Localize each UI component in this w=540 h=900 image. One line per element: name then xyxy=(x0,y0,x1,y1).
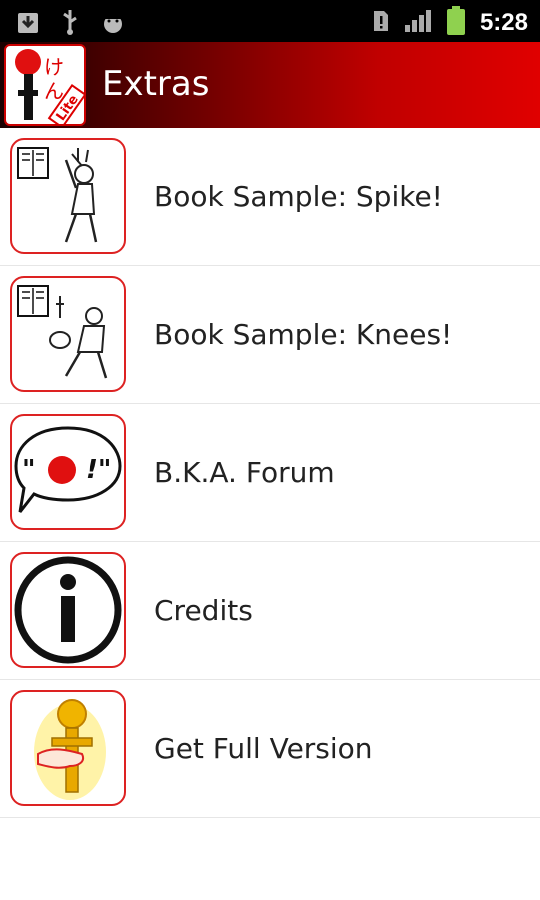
book-sample-spike-icon xyxy=(10,138,126,254)
status-bar: 5:28 xyxy=(0,0,540,42)
forum-speech-bubble-icon: " !" xyxy=(10,414,126,530)
kendama-hand-icon xyxy=(10,690,126,806)
svg-text:け: け xyxy=(44,55,64,79)
clock: 5:28 xyxy=(479,9,528,36)
list-item-bka-forum[interactable]: " !" B.K.A. Forum xyxy=(0,404,540,542)
battery-icon xyxy=(446,6,466,40)
book-sample-knees-icon xyxy=(10,276,126,392)
extras-list: Book Sample: Spike! Book Sample: Knees! … xyxy=(0,128,540,818)
list-item-label: Book Sample: Spike! xyxy=(154,180,443,213)
list-item-credits[interactable]: Credits xyxy=(0,542,540,680)
sim-alert-icon xyxy=(372,9,390,37)
list-item-label: Get Full Version xyxy=(154,732,373,765)
app-logo-icon[interactable]: け ん Lite xyxy=(4,44,86,126)
svg-text:ん: ん xyxy=(44,79,64,103)
list-item-book-sample-spike[interactable]: Book Sample: Spike! xyxy=(0,128,540,266)
svg-text:!": !" xyxy=(86,455,111,485)
svg-text:": " xyxy=(22,455,36,485)
list-item-label: B.K.A. Forum xyxy=(154,456,335,489)
android-debug-icon xyxy=(100,9,126,39)
download-icon xyxy=(16,9,40,39)
page-title: Extras xyxy=(102,64,210,104)
usb-icon xyxy=(60,8,80,40)
signal-icon xyxy=(404,9,432,37)
list-item-get-full-version[interactable]: Get Full Version xyxy=(0,680,540,818)
list-item-book-sample-knees[interactable]: Book Sample: Knees! xyxy=(0,266,540,404)
info-icon xyxy=(10,552,126,668)
app-header: け ん Lite Extras xyxy=(0,42,540,128)
list-item-label: Book Sample: Knees! xyxy=(154,318,453,351)
list-item-label: Credits xyxy=(154,594,253,627)
